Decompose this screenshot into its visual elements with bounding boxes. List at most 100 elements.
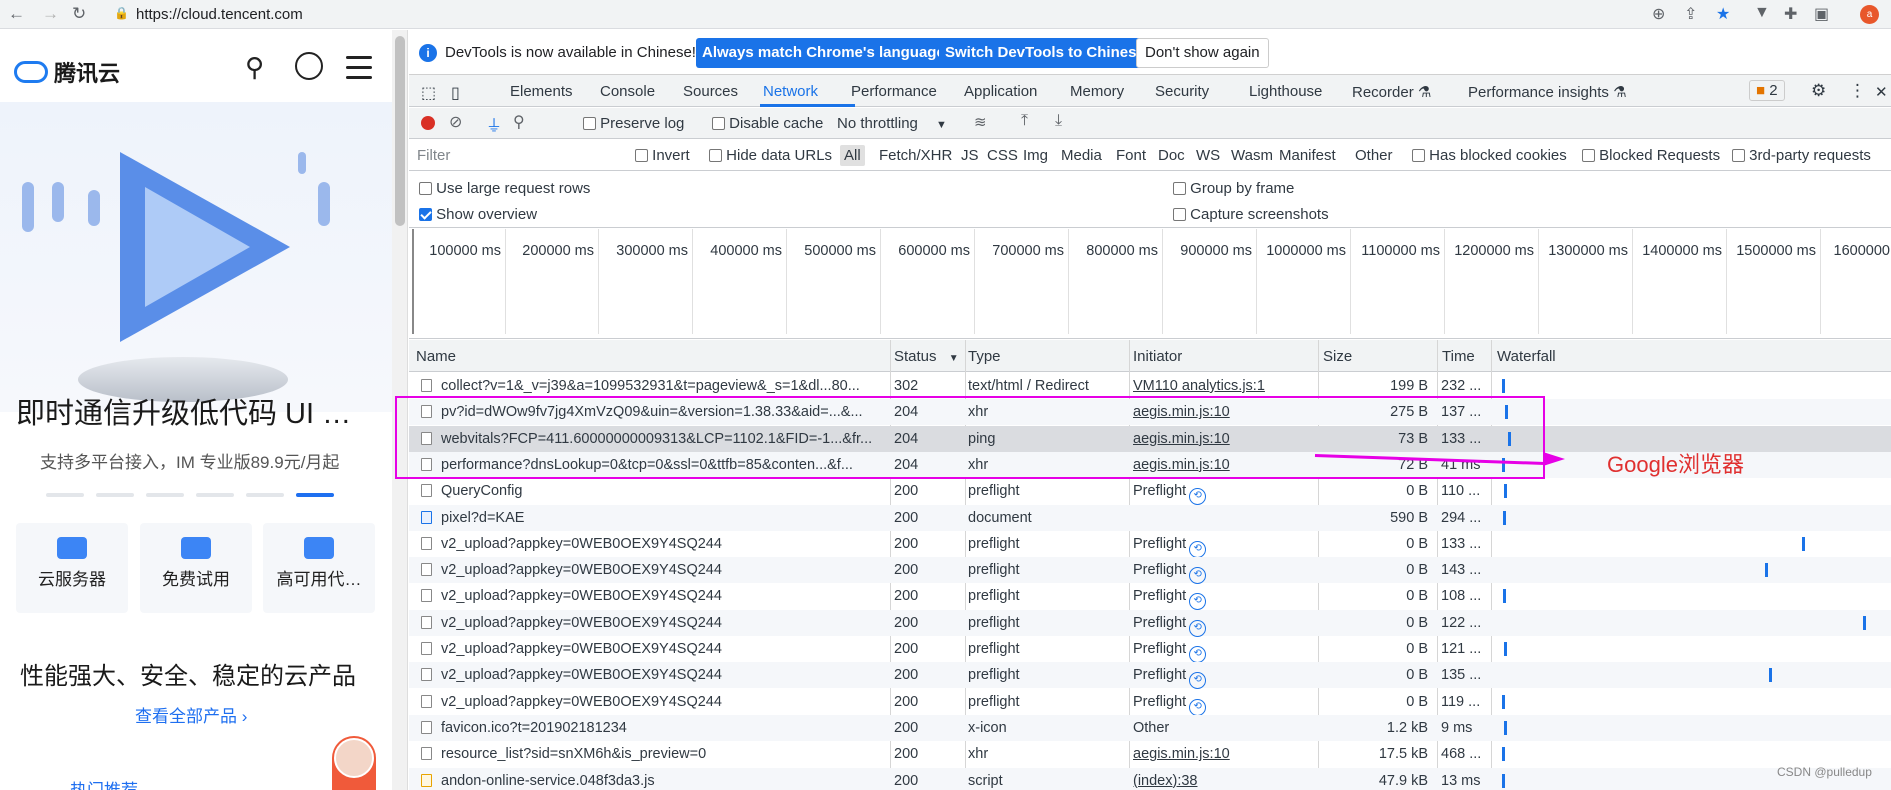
forward-icon[interactable]: → (42, 4, 59, 24)
cell-initiator[interactable]: aegis.min.js:10 (1133, 746, 1313, 762)
type-filter-media[interactable]: Media (1061, 147, 1102, 164)
type-filter-other[interactable]: Other (1355, 147, 1393, 164)
type-filter-css[interactable]: CSS (987, 147, 1018, 164)
cell-name[interactable]: v2_upload?appkey=0WEB0OEX9Y4SQ244 (441, 641, 881, 657)
switch-chinese-button[interactable]: Switch DevTools to Chinese (939, 38, 1151, 68)
network-conditions-icon[interactable]: ≋ (974, 113, 987, 131)
throttling-select[interactable]: No throttling ▼ (837, 115, 947, 132)
card-high-availability[interactable]: 高可用代… (263, 523, 375, 613)
type-filter-ws[interactable]: WS (1196, 147, 1220, 164)
logo[interactable]: 腾讯云 (14, 56, 120, 88)
type-filter-js[interactable]: JS (961, 147, 979, 164)
export-har-icon[interactable]: ⤓ (1055, 112, 1062, 130)
col-type[interactable]: Type (968, 348, 1001, 365)
tab-console[interactable]: Console (600, 83, 655, 100)
cell-name[interactable]: v2_upload?appkey=0WEB0OEX9Y4SQ244 (441, 667, 881, 683)
card-free-trial[interactable]: 免费试用 (140, 523, 252, 613)
preflight-icon[interactable]: ⟲ (1189, 540, 1207, 558)
tab-elements[interactable]: Elements (510, 83, 573, 100)
search-icon[interactable]: ⚲ (513, 112, 525, 132)
type-filter-font[interactable]: Font (1116, 147, 1146, 164)
tab-lighthouse[interactable]: Lighthouse (1249, 83, 1322, 100)
type-filter-fetch[interactable]: Fetch/XHR (879, 147, 952, 164)
reload-icon[interactable]: ↻ (72, 4, 86, 24)
search-icon[interactable]: ⚲ (245, 52, 264, 83)
blocked-requests-checkbox[interactable]: Blocked Requests (1582, 147, 1720, 164)
issues-badge[interactable]: ■ 2 (1749, 80, 1785, 101)
extension-icon[interactable]: ▼ (1754, 4, 1770, 22)
back-icon[interactable]: ← (8, 4, 25, 24)
puzzle-icon[interactable]: ✚ (1784, 4, 1797, 24)
tab-application[interactable]: Application (964, 83, 1037, 100)
tab-sources[interactable]: Sources (683, 83, 738, 100)
cell-initiator[interactable]: VM110 analytics.js:1 (1133, 378, 1313, 394)
table-row[interactable]: resource_list?sid=snXM6h&is_preview=0 200… (409, 741, 1891, 767)
import-har-icon[interactable]: ⤒ (1021, 112, 1028, 130)
table-row[interactable]: v2_upload?appkey=0WEB0OEX9Y4SQ244 200 pref… (409, 609, 1891, 637)
card-cloud-server[interactable]: 云服务器 (16, 523, 128, 613)
cell-name[interactable]: v2_upload?appkey=0WEB0OEX9Y4SQ244 (441, 615, 881, 631)
col-time[interactable]: Time (1442, 348, 1475, 365)
preflight-icon[interactable]: ⟲ (1189, 646, 1207, 663)
preflight-icon[interactable]: ⟲ (1189, 593, 1207, 611)
timeline-overview[interactable]: 100000 ms 200000 ms 300000 ms 400000 ms 5000… (409, 229, 1891, 339)
settings-gear-icon[interactable]: ⚙ (1811, 81, 1826, 101)
bookmark-star-icon[interactable]: ★ (1716, 4, 1730, 24)
type-filter-doc[interactable]: Doc (1158, 147, 1185, 164)
tab-performance[interactable]: Performance (851, 83, 937, 100)
third-party-checkbox[interactable]: 3rd-party requests (1732, 147, 1871, 164)
table-row[interactable]: v2_upload?appkey=0WEB0OEX9Y4SQ244 200 pref… (409, 662, 1891, 690)
blocked-cookies-checkbox[interactable]: Has blocked cookies (1412, 147, 1567, 164)
tab-recorder[interactable]: Recorder ⚗ (1352, 83, 1431, 101)
address-bar[interactable]: 🔒 https://cloud.tencent.com (104, 3, 1704, 26)
cell-initiator[interactable]: (index):38 (1133, 773, 1313, 789)
carousel-dots[interactable] (46, 493, 334, 497)
tab-security[interactable]: Security (1155, 83, 1209, 100)
tab-memory[interactable]: Memory (1070, 83, 1124, 100)
preflight-icon[interactable]: ⟲ (1189, 698, 1207, 716)
type-filter-all[interactable]: All (840, 145, 865, 166)
tab-performance-insights[interactable]: Performance insights ⚗ (1468, 83, 1627, 101)
table-row[interactable]: v2_upload?appkey=0WEB0OEX9Y4SQ244 200 pref… (409, 531, 1891, 558)
preflight-icon[interactable]: ⟲ (1189, 619, 1207, 637)
zoom-icon[interactable]: ⊕ (1652, 4, 1665, 24)
group-by-frame-checkbox[interactable]: Group by frame (1173, 180, 1294, 197)
table-row[interactable]: andon-online-service.048f3da3.js 200 scrip… (409, 767, 1891, 790)
type-filter-wasm[interactable]: Wasm (1231, 147, 1273, 164)
share-icon[interactable]: ⇪ (1684, 4, 1697, 24)
user-icon[interactable] (295, 52, 323, 80)
cell-name[interactable]: favicon.ico?t=201902181234 (441, 720, 881, 736)
preserve-log-checkbox[interactable]: Preserve log (583, 115, 684, 132)
sidepanel-icon[interactable]: ▣ (1814, 4, 1829, 24)
table-row[interactable]: favicon.ico?t=201902181234 200 x-icon Other… (409, 714, 1891, 741)
filter-icon[interactable]: ⏚ (486, 112, 502, 136)
inspect-icon[interactable]: ⬚ (421, 83, 436, 103)
clear-icon[interactable]: ⊘ (449, 112, 462, 132)
profile-avatar[interactable]: a (1860, 5, 1879, 24)
cell-name[interactable]: v2_upload?appkey=0WEB0OEX9Y4SQ244 (441, 588, 881, 604)
table-row[interactable]: pixel?d=KAE 200 document 590 B 294 ... (409, 504, 1891, 531)
tab-network[interactable]: Network (763, 83, 818, 100)
invert-checkbox[interactable]: Invert (635, 147, 690, 164)
col-status[interactable]: Status ▼ (894, 348, 959, 365)
cell-name[interactable]: andon-online-service.048f3da3.js (441, 773, 881, 789)
type-filter-manifest[interactable]: Manifest (1279, 147, 1336, 164)
cell-name[interactable]: collect?v=1&_v=j39&a=1099532931&t=pagevi… (441, 378, 881, 394)
col-waterfall[interactable]: Waterfall (1497, 348, 1556, 365)
col-size[interactable]: Size (1323, 348, 1352, 365)
all-products-link[interactable]: 查看全部产品 › (135, 702, 247, 727)
table-row[interactable]: v2_upload?appkey=0WEB0OEX9Y4SQ244 200 pref… (409, 583, 1891, 611)
device-toggle-icon[interactable]: ▯ (451, 83, 460, 103)
dont-show-button[interactable]: Don't show again (1136, 38, 1269, 68)
cell-name[interactable]: resource_list?sid=snXM6h&is_preview=0 (441, 746, 881, 762)
filter-input[interactable]: Filter (417, 147, 617, 164)
hide-data-urls-checkbox[interactable]: Hide data URLs (709, 147, 832, 164)
large-rows-checkbox[interactable]: Use large request rows (419, 180, 590, 197)
cell-name[interactable]: v2_upload?appkey=0WEB0OEX9Y4SQ244 (441, 536, 881, 552)
cell-name[interactable]: v2_upload?appkey=0WEB0OEX9Y4SQ244 (441, 694, 881, 710)
hamburger-menu-icon[interactable] (346, 56, 372, 86)
record-icon[interactable] (421, 116, 435, 130)
preflight-icon[interactable]: ⟲ (1189, 672, 1207, 690)
type-filter-img[interactable]: Img (1023, 147, 1048, 164)
preflight-icon[interactable]: ⟲ (1189, 488, 1207, 506)
